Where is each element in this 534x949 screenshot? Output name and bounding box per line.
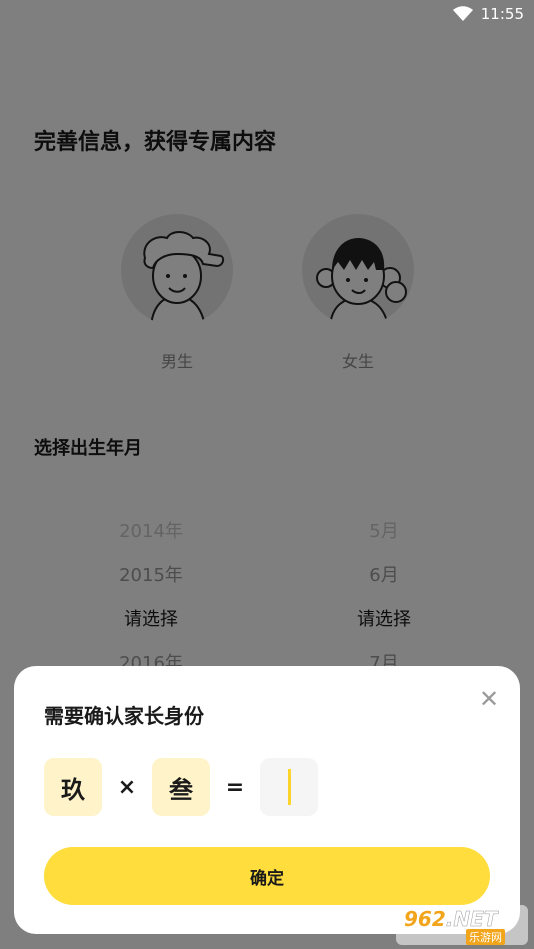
multiply-sign: × bbox=[117, 774, 137, 800]
dialog-title: 需要确认家长身份 bbox=[44, 704, 204, 728]
confirm-button[interactable]: 确定 bbox=[44, 847, 490, 905]
status-time: 11:55 bbox=[480, 5, 524, 23]
parent-verify-dialog: 需要确认家长身份 ✕ 玖 × 叁 = 确定 bbox=[14, 666, 520, 934]
operand-a: 玖 bbox=[44, 758, 102, 816]
wifi-icon bbox=[452, 6, 473, 21]
watermark-site: 乐游网 bbox=[466, 929, 505, 945]
math-equation: 玖 × 叁 = bbox=[44, 758, 318, 816]
status-bar: 11:55 bbox=[0, 0, 534, 30]
text-cursor bbox=[287, 769, 291, 805]
watermark-text: 962.NET bbox=[404, 907, 498, 932]
operand-b: 叁 bbox=[152, 758, 210, 816]
equals-sign: = bbox=[225, 774, 245, 800]
status-right: 11:55 bbox=[452, 5, 524, 23]
watermark-logo: 962.NET 乐游网 bbox=[396, 905, 528, 945]
answer-input[interactable] bbox=[260, 758, 318, 816]
close-icon[interactable]: ✕ bbox=[476, 686, 502, 712]
